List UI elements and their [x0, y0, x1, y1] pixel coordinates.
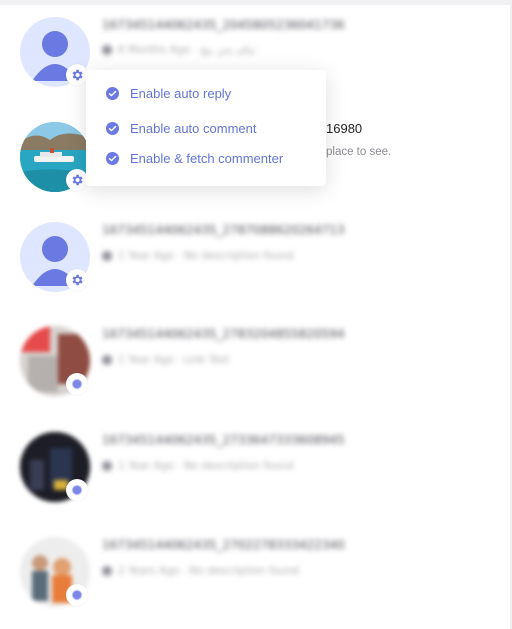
post-row[interactable]: 167345144062435_2783204855820594 1 Year …	[0, 326, 510, 416]
menu-item-label: Enable auto comment	[130, 121, 257, 136]
check-circle-icon	[106, 87, 119, 100]
check-circle-icon	[106, 122, 119, 135]
post-title[interactable]: 167345144062435_2733647333608945	[102, 433, 345, 447]
avatar[interactable]	[20, 432, 90, 502]
menu-item-label: Enable & fetch commenter	[130, 151, 284, 166]
post-title-visible[interactable]: 16980	[326, 121, 362, 136]
gear-icon	[72, 274, 83, 286]
avatar[interactable]	[20, 222, 90, 292]
post-meta: 1 Year Ago · No description found	[102, 460, 293, 472]
avatar[interactable]	[20, 17, 90, 87]
settings-badge[interactable]	[66, 169, 88, 191]
post-title[interactable]: 167345144062435_2783204855820594	[102, 327, 345, 341]
post-meta-visible: place to see.	[326, 146, 392, 158]
post-row[interactable]: 167345144062435_2702278333422340 2 Years…	[0, 537, 510, 627]
post-title[interactable]: 167345144062435_2702278333422340	[102, 538, 345, 552]
post-meta: 1 Year Ago · No description found	[102, 250, 293, 262]
menu-item-label: Enable auto reply	[130, 86, 232, 101]
check-circle-icon	[106, 152, 119, 165]
settings-badge[interactable]	[66, 479, 88, 501]
gear-icon	[72, 485, 82, 495]
post-title[interactable]: 167345144062435_2787088620264713	[102, 223, 345, 237]
post-meta: 6 Months Ago · تيكم بنتن بيج	[102, 44, 256, 56]
settings-badge[interactable]	[66, 373, 88, 395]
avatar[interactable]	[20, 122, 90, 192]
avatar[interactable]	[20, 326, 90, 396]
avatar[interactable]	[20, 537, 90, 607]
post-meta: 2 Years Ago · No description found	[102, 565, 299, 577]
post-row[interactable]: 167345144062435_2733647333608945 1 Year …	[0, 432, 510, 522]
settings-badge[interactable]	[66, 269, 88, 291]
menu-item-enable-fetch-commenter[interactable]: Enable & fetch commenter	[106, 151, 283, 166]
menu-item-enable-auto-comment[interactable]: Enable auto comment	[106, 121, 256, 136]
gear-icon	[72, 174, 83, 186]
menu-item-enable-auto-reply[interactable]: Enable auto reply	[106, 86, 231, 101]
settings-badge[interactable]	[66, 64, 88, 86]
post-meta: 1 Year Ago · Link Test	[102, 354, 229, 366]
post-title[interactable]: 167345144062435_2045805236041736	[102, 18, 345, 32]
settings-popover-menu: Enable auto reply Enable auto comment En…	[86, 70, 326, 186]
settings-badge[interactable]	[66, 584, 88, 606]
gear-icon	[72, 379, 82, 389]
post-row[interactable]: 167345144062435_2787088620264713 1 Year …	[0, 222, 510, 312]
gear-icon	[72, 69, 83, 81]
gear-icon	[72, 590, 82, 600]
